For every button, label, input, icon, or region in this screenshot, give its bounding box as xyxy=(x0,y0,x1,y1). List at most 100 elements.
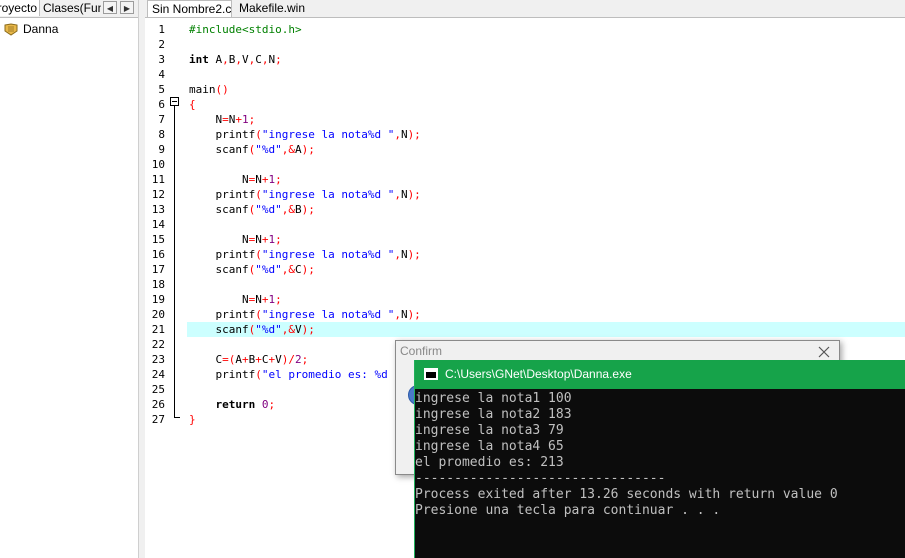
code-token: printf xyxy=(189,308,256,321)
line-number: 1 xyxy=(158,23,165,36)
line-number: 5 xyxy=(158,83,165,96)
code-line: N=N+1; xyxy=(189,112,255,127)
code-token: ; xyxy=(248,113,256,126)
code-token: "%d" xyxy=(255,263,282,276)
code-token: N xyxy=(189,293,249,306)
code-token: N xyxy=(255,173,262,186)
code-token: scanf xyxy=(189,263,249,276)
code-token: ); xyxy=(407,128,421,141)
code-token: ; xyxy=(301,353,309,366)
code-token: ); xyxy=(407,188,421,201)
code-token: A xyxy=(294,143,302,156)
line-number: 19 xyxy=(151,293,165,306)
code-line: printf("ingrese la nota%d ",N); xyxy=(189,187,421,202)
code-token: } xyxy=(189,413,196,426)
line-number: 8 xyxy=(158,128,165,141)
code-token: printf xyxy=(189,188,256,201)
code-line: C=(A+B+C+V)/2; xyxy=(189,352,308,367)
code-token: + xyxy=(242,353,249,366)
code-token: N xyxy=(400,128,408,141)
line-number: 7 xyxy=(158,113,165,126)
project-folder-icon xyxy=(4,22,18,36)
code-token: ( xyxy=(255,128,262,141)
console-window[interactable]: C:\Users\GNet\Desktop\Danna.exe ingrese … xyxy=(414,360,905,558)
code-token: , xyxy=(394,188,401,201)
line-number: 9 xyxy=(158,143,165,156)
tab-sin-nombre2[interactable]: Sin Nombre2.c xyxy=(147,0,232,17)
code-line: int A,B,V,C,N; xyxy=(189,52,282,67)
code-token: ( xyxy=(255,248,262,261)
code-token: ; xyxy=(275,293,282,306)
code-token: int xyxy=(189,53,209,66)
code-token: 2 xyxy=(295,353,302,366)
code-line: printf("ingrese la nota%d ",N); xyxy=(189,307,420,322)
code-token: , xyxy=(235,53,242,66)
code-token: scanf xyxy=(189,203,249,216)
code-token: "ingrese la nota%d " xyxy=(261,128,395,141)
tab-scroll-left-icon[interactable]: ◀ xyxy=(103,1,117,14)
line-number: 22 xyxy=(151,338,165,351)
line-number: 11 xyxy=(151,173,165,186)
confirm-dialog-title: Confirm xyxy=(400,344,443,358)
console-output-line: ingrese la nota1 100 xyxy=(415,391,572,406)
editor-tabs: Sin Nombre2.c Makefile.win xyxy=(145,0,905,18)
console-output-line: Presione una tecla para continuar . . . xyxy=(415,503,721,518)
console-titlebar[interactable]: C:\Users\GNet\Desktop\Danna.exe xyxy=(415,360,905,389)
line-number: 6 xyxy=(158,98,165,111)
project-tabs: royecto Clases(Fun ◀ ▶ xyxy=(0,0,138,18)
console-output: ingrese la nota1 100 ingrese la nota2 183… xyxy=(415,390,905,558)
code-token: N xyxy=(189,233,249,246)
code-token: ; xyxy=(275,173,282,186)
line-number: 12 xyxy=(151,188,165,201)
code-token: printf xyxy=(189,248,256,261)
code-token: ,& xyxy=(281,323,295,336)
code-token: ); xyxy=(301,323,315,336)
code-token: V xyxy=(294,323,302,336)
console-output-line: el promedio es: 213 xyxy=(415,455,564,470)
line-number: 17 xyxy=(151,263,165,276)
code-line: printf("el promedio es: %d xyxy=(189,367,387,382)
line-number: 24 xyxy=(151,368,165,381)
console-output-line: ingrese la nota3 79 xyxy=(415,423,564,438)
project-tree-item[interactable]: Danna xyxy=(4,21,58,37)
code-token: ); xyxy=(301,263,315,276)
code-line: scanf("%d",&B); xyxy=(189,202,314,217)
tab-project[interactable]: royecto xyxy=(0,0,40,16)
tab-classes[interactable]: Clases(Fun xyxy=(41,0,101,16)
code-token: ; xyxy=(275,233,282,246)
code-token: )/ xyxy=(281,353,295,366)
line-number: 18 xyxy=(151,278,165,291)
fold-collapse-icon[interactable] xyxy=(170,97,179,106)
code-token: C xyxy=(261,353,269,366)
code-token: "%d" xyxy=(255,143,282,156)
code-token: "%d" xyxy=(255,323,282,336)
close-icon[interactable] xyxy=(817,345,831,359)
code-token: A xyxy=(235,353,242,366)
code-token: ; xyxy=(275,53,282,66)
code-token: return xyxy=(215,398,256,411)
code-token: N xyxy=(189,113,223,126)
code-token: ; xyxy=(268,398,276,411)
code-token: =( xyxy=(222,353,236,366)
console-output-line: -------------------------------- xyxy=(415,471,666,486)
code-token: , xyxy=(394,128,401,141)
console-output-line: Process exited after 13.26 seconds with … xyxy=(415,487,838,502)
code-token: "%d" xyxy=(255,203,282,216)
console-output-line: ingrese la nota4 65 xyxy=(415,439,564,454)
code-token: ); xyxy=(407,248,421,261)
code-line: } xyxy=(189,412,196,427)
code-token: V xyxy=(275,353,282,366)
project-name-label: Danna xyxy=(23,22,59,36)
code-token: 1 xyxy=(242,113,249,126)
line-number: 20 xyxy=(151,308,165,321)
code-line: N=N+1; xyxy=(189,292,282,307)
code-token: C xyxy=(255,53,262,66)
tab-scroll-right-icon[interactable]: ▶ xyxy=(120,1,134,14)
tab-makefile[interactable]: Makefile.win xyxy=(235,0,315,17)
code-token: scanf xyxy=(189,143,249,156)
code-token: ( xyxy=(255,308,262,321)
code-line: printf("ingrese la nota%d ",N); xyxy=(189,127,421,142)
code-token: A xyxy=(208,53,223,66)
line-number: 27 xyxy=(151,413,165,426)
